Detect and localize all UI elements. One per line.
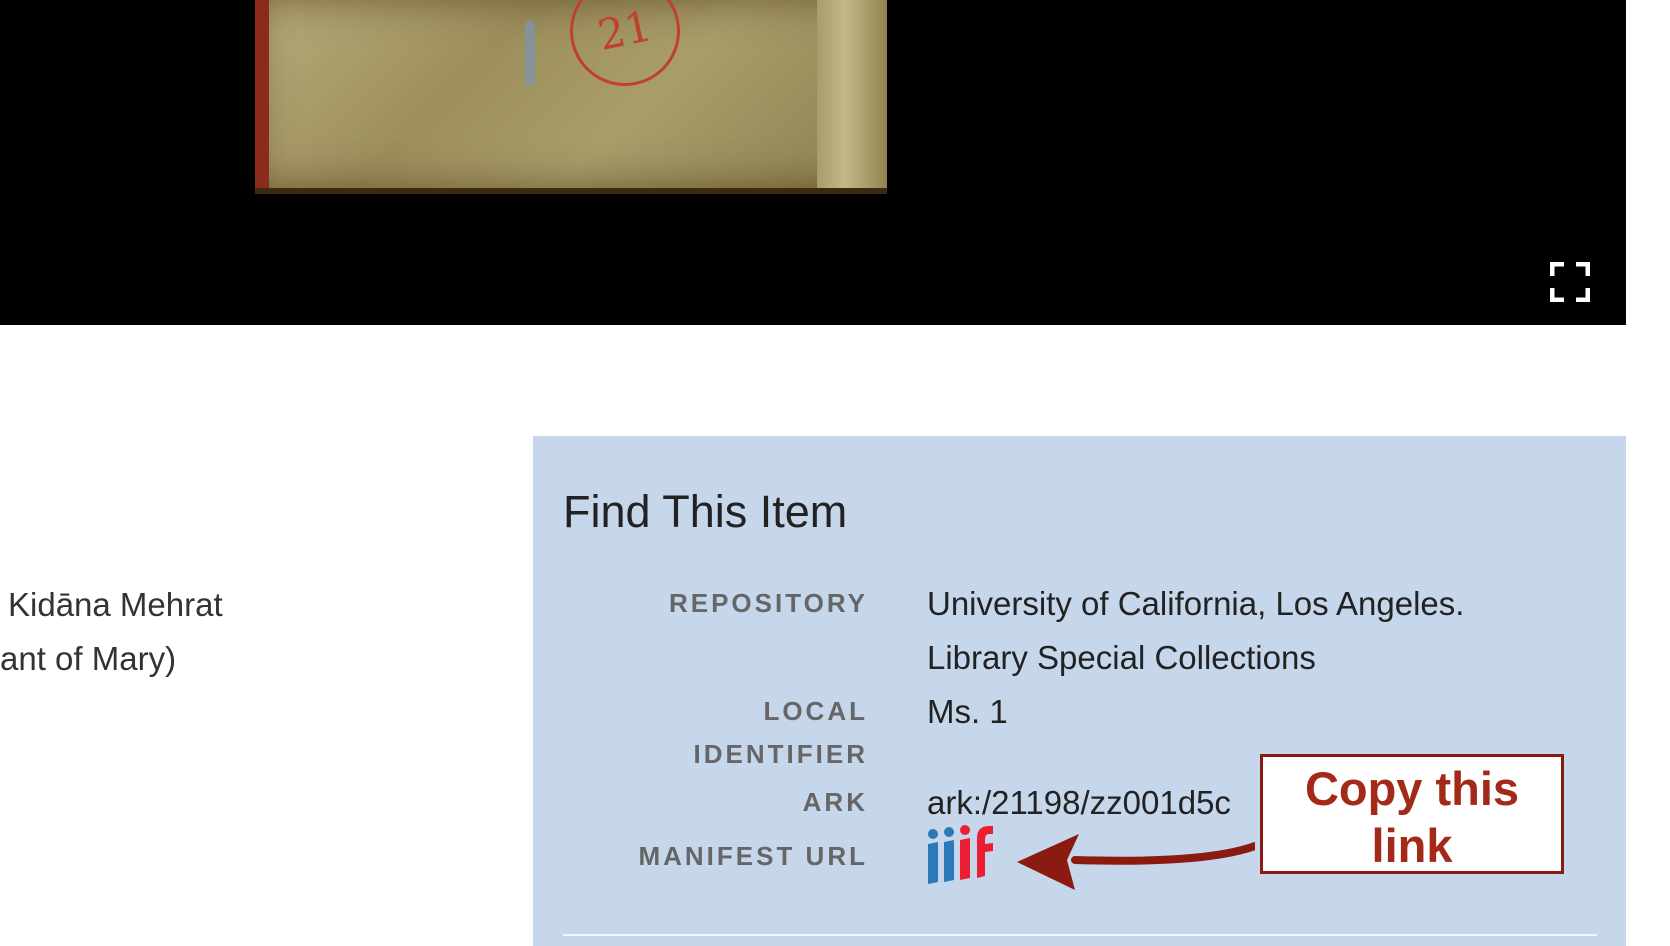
title-line-2: ant of Mary) bbox=[0, 640, 177, 677]
image-viewer[interactable]: 21 bbox=[0, 0, 1626, 325]
callout-line-2: link bbox=[1371, 819, 1453, 872]
item-title-text: Kidāna Mehrat ant of Mary) bbox=[0, 578, 223, 686]
title-line-1: Kidāna Mehrat bbox=[8, 586, 223, 623]
annotation-arrow-icon bbox=[1017, 834, 1255, 890]
local-identifier-label-line-2: IDENTIFIER bbox=[693, 739, 868, 769]
circled-number: 21 bbox=[559, 0, 691, 97]
book-page-edges bbox=[817, 0, 887, 188]
local-identifier-label-line-1: LOCAL bbox=[763, 696, 868, 726]
callout-line-1: Copy this bbox=[1304, 762, 1520, 815]
ark-value: ark:/21198/zz001d5c bbox=[927, 784, 1231, 821]
manifest-url-link[interactable] bbox=[927, 824, 995, 886]
fullscreen-icon bbox=[1549, 261, 1591, 303]
repository-value-line-2: Library Special Collections bbox=[927, 639, 1316, 676]
manifest-url-label: MANIFEST URL bbox=[638, 841, 868, 871]
local-identifier-label: LOCAL IDENTIFIER bbox=[568, 690, 868, 776]
cover-mark bbox=[525, 20, 535, 86]
fullscreen-button[interactable] bbox=[1549, 261, 1591, 303]
manuscript-cover-image: 21 bbox=[255, 0, 887, 194]
ark-label: ARK bbox=[802, 787, 868, 817]
repository-label: REPOSITORY bbox=[668, 588, 868, 618]
panel-title: Find This Item bbox=[563, 486, 848, 537]
book-spine bbox=[255, 0, 269, 188]
iiif-logo-icon bbox=[928, 825, 993, 884]
panel-divider bbox=[563, 934, 1597, 936]
repository-value: University of California, Los Angeles. L… bbox=[927, 577, 1464, 685]
local-identifier-value: Ms. 1 bbox=[927, 693, 1008, 730]
copy-link-callout: Copy this link bbox=[1260, 754, 1564, 874]
repository-value-line-1: University of California, Los Angeles. bbox=[927, 585, 1465, 622]
